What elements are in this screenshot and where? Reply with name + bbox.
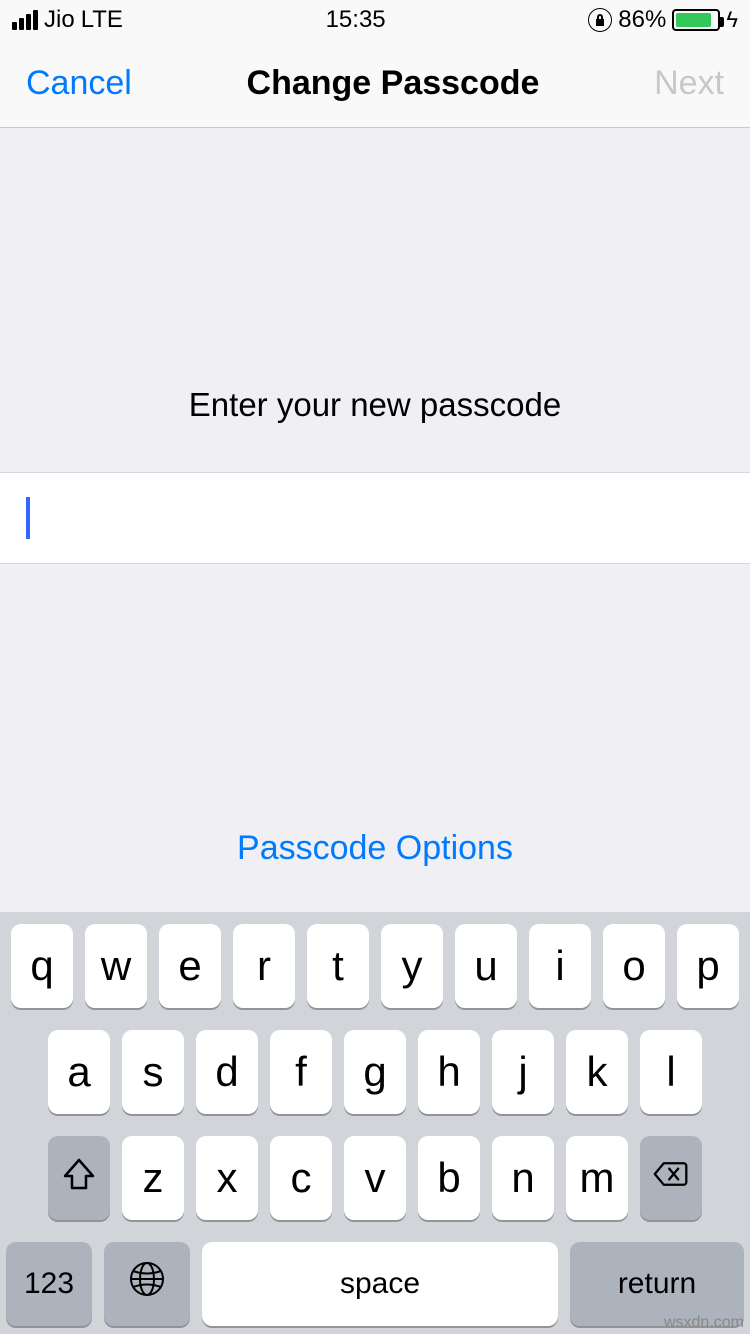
charging-icon: ϟ	[726, 7, 738, 33]
passcode-input[interactable]	[0, 472, 750, 564]
key-u[interactable]: u	[455, 924, 517, 1008]
keyboard: q w e r t y u i o p a s d f g h j k l	[0, 912, 750, 1334]
key-g[interactable]: g	[344, 1030, 406, 1114]
rotation-lock-icon	[588, 8, 612, 32]
key-l[interactable]: l	[640, 1030, 702, 1114]
space-key[interactable]: space	[202, 1242, 558, 1326]
shift-icon	[61, 1154, 97, 1202]
battery-icon	[672, 9, 720, 31]
keyboard-row-2: a s d f g h j k l	[6, 1030, 744, 1114]
key-a[interactable]: a	[48, 1030, 110, 1114]
key-r[interactable]: r	[233, 924, 295, 1008]
content-area: Enter your new passcode Passcode Options	[0, 128, 750, 912]
navigation-bar: Cancel Change Passcode Next	[0, 40, 750, 128]
key-n[interactable]: n	[492, 1136, 554, 1220]
key-d[interactable]: d	[196, 1030, 258, 1114]
key-i[interactable]: i	[529, 924, 591, 1008]
key-p[interactable]: p	[677, 924, 739, 1008]
battery-percent-label: 86%	[618, 6, 666, 34]
key-e[interactable]: e	[159, 924, 221, 1008]
backspace-key[interactable]	[640, 1136, 702, 1220]
network-label: LTE	[81, 6, 123, 34]
keyboard-row-4: 123 space return	[6, 1242, 744, 1326]
page-title: Change Passcode	[247, 64, 540, 103]
globe-key[interactable]	[104, 1242, 190, 1326]
key-m[interactable]: m	[566, 1136, 628, 1220]
backspace-icon	[653, 1154, 689, 1202]
keyboard-row-1: q w e r t y u i o p	[6, 924, 744, 1008]
watermark-label: wsxdn.com	[664, 1314, 744, 1332]
next-button[interactable]: Next	[654, 64, 724, 103]
key-h[interactable]: h	[418, 1030, 480, 1114]
passcode-options-button[interactable]: Passcode Options	[0, 829, 750, 868]
key-c[interactable]: c	[270, 1136, 332, 1220]
key-s[interactable]: s	[122, 1030, 184, 1114]
key-w[interactable]: w	[85, 924, 147, 1008]
shift-key[interactable]	[48, 1136, 110, 1220]
globe-icon	[128, 1260, 166, 1308]
key-t[interactable]: t	[307, 924, 369, 1008]
cancel-button[interactable]: Cancel	[26, 64, 132, 103]
text-cursor	[26, 497, 30, 539]
keyboard-row-3: z x c v b n m	[6, 1136, 744, 1220]
key-x[interactable]: x	[196, 1136, 258, 1220]
key-k[interactable]: k	[566, 1030, 628, 1114]
clock-label: 15:35	[326, 6, 386, 34]
prompt-label: Enter your new passcode	[0, 128, 750, 472]
key-y[interactable]: y	[381, 924, 443, 1008]
key-b[interactable]: b	[418, 1136, 480, 1220]
key-f[interactable]: f	[270, 1030, 332, 1114]
key-o[interactable]: o	[603, 924, 665, 1008]
status-bar: Jio LTE 15:35 86% ϟ	[0, 0, 750, 40]
key-v[interactable]: v	[344, 1136, 406, 1220]
key-j[interactable]: j	[492, 1030, 554, 1114]
key-z[interactable]: z	[122, 1136, 184, 1220]
key-q[interactable]: q	[11, 924, 73, 1008]
carrier-label: Jio	[44, 6, 75, 34]
cellular-signal-icon	[12, 10, 38, 30]
numbers-key[interactable]: 123	[6, 1242, 92, 1326]
